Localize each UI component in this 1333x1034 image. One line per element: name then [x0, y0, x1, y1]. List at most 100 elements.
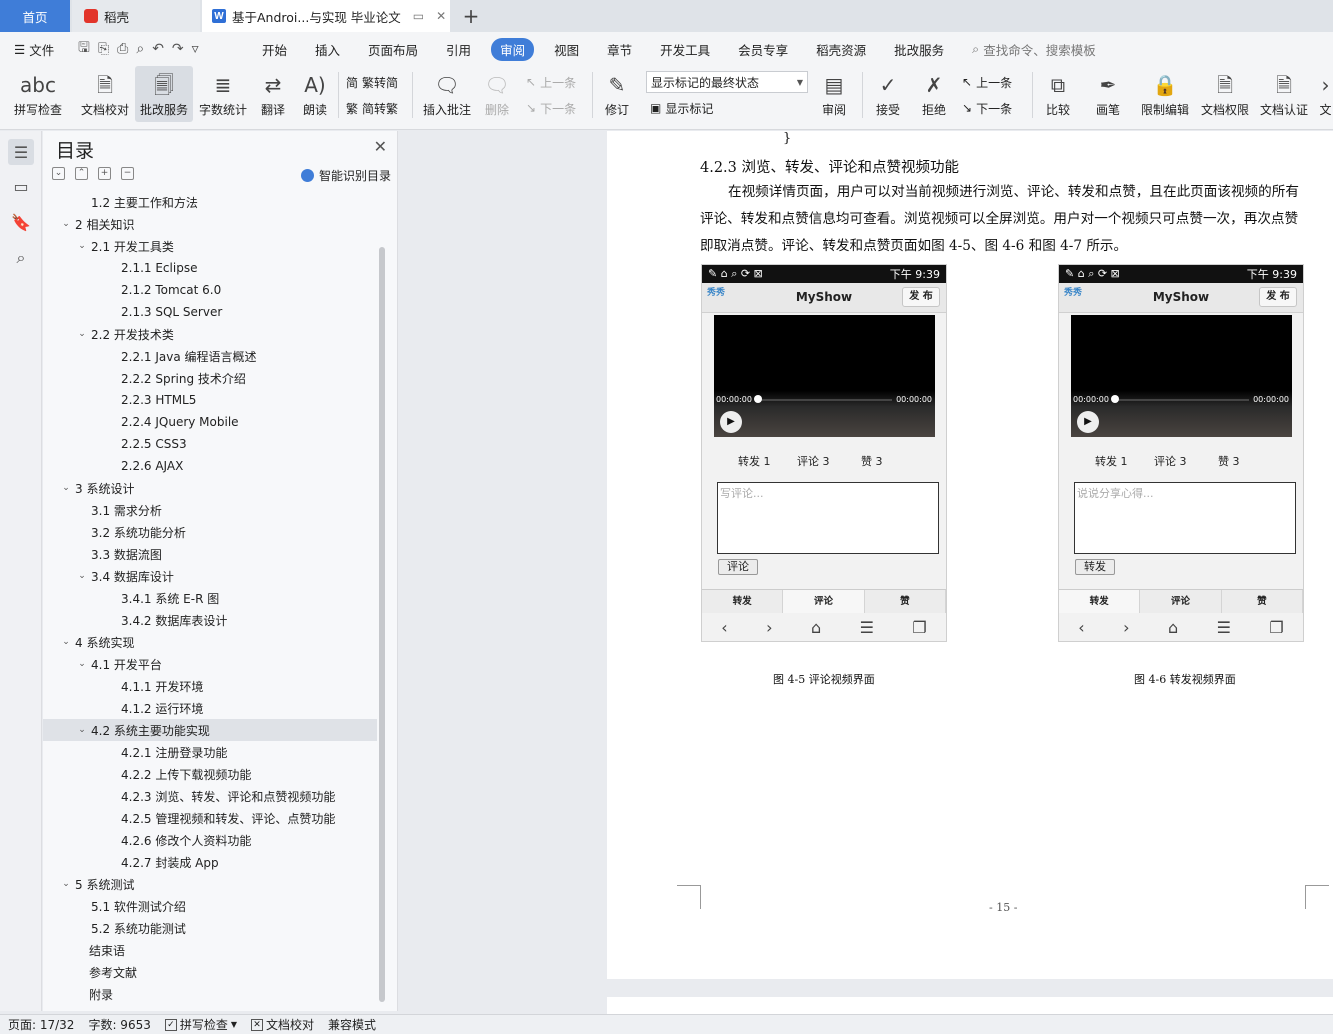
next-comment-button[interactable]: ↘ 下一条 [526, 98, 576, 118]
chapter-nav-icon[interactable]: ▭ [8, 173, 34, 199]
doc-proofread-button[interactable]: 🗎 文档校对 [78, 66, 132, 122]
toc-item[interactable]: 参考文献 [43, 961, 377, 983]
chevron-down-icon[interactable]: ⌄ [59, 219, 73, 229]
review-pane-button[interactable]: ▤ 审阅 [814, 66, 854, 122]
toc-item[interactable]: ⌄ 4.1 开发平台 [43, 653, 377, 675]
expand-all-icon[interactable]: ⌄ [52, 167, 65, 180]
toc-item[interactable]: 2.2.5 CSS3 [43, 433, 377, 455]
menu-tab[interactable]: 插入 [315, 40, 340, 59]
simp-to-trad-button[interactable]: 繁简转繁 [346, 98, 398, 118]
doc-cert-button[interactable]: 🗎 文档认证 [1256, 66, 1312, 122]
accept-button[interactable]: ✓ 接受 [868, 66, 908, 122]
toc-item[interactable]: 5.1 软件测试介绍 [43, 895, 377, 917]
toc-item[interactable]: 附录 [43, 983, 377, 1005]
menu-tab[interactable]: 批改服务 [894, 40, 944, 59]
save-icon[interactable]: 🖫 [78, 37, 90, 61]
prev-comment-button[interactable]: ↖ 上一条 [526, 72, 576, 92]
toc-item[interactable]: 4.2.3 浏览、转发、评论和点赞视频功能 [43, 785, 377, 807]
toc-item[interactable]: ⌄ 4 系统实现 [43, 631, 377, 653]
search-icon[interactable]: ⌕ [8, 245, 34, 271]
tab-daoke[interactable]: 稻壳 [72, 0, 200, 32]
menu-tab[interactable]: 开发工具 [660, 40, 710, 59]
chevron-down-icon[interactable]: ⌄ [59, 637, 73, 647]
toc-item[interactable]: ⌄ 3 系统设计 [43, 477, 377, 499]
toc-item[interactable]: ⌄ 2 相关知识 [43, 213, 377, 235]
menu-tab[interactable]: 会员专享 [738, 40, 788, 59]
command-search[interactable]: ⌕ 查找命令、搜索模板 [972, 40, 1096, 59]
status-spell-check[interactable]: ✓ 拼写检查 ▼ [164, 1016, 237, 1033]
toc-item[interactable]: 3.4.1 系统 E-R 图 [43, 587, 377, 609]
chevron-down-icon[interactable]: ⌄ [75, 725, 89, 735]
restrict-edit-button[interactable]: 🔒 限制编辑 [1138, 66, 1192, 122]
toc-item[interactable]: ⌄ 5 系统测试 [43, 873, 377, 895]
menu-tab[interactable]: 稻壳资源 [816, 40, 866, 59]
chevron-down-icon[interactable]: ⌄ [59, 483, 73, 493]
translate-button[interactable]: ⇄ 翻译 [254, 66, 292, 122]
export-pdf-icon[interactable]: ⎘ [98, 41, 109, 57]
toc-item[interactable]: 结束语 [43, 939, 377, 961]
toc-item[interactable]: ⌄ 2.2 开发技术类 [43, 323, 377, 345]
compare-button[interactable]: ⧉ 比较 [1038, 66, 1078, 122]
menu-tab[interactable]: 视图 [554, 40, 579, 59]
tab-document[interactable]: W 基于Androi...与实现 毕业论文 ▭ ✕ [202, 0, 450, 32]
markup-state-select[interactable]: 显示标记的最终状态 ▼ [646, 71, 808, 93]
toc-item[interactable]: 2.2.3 HTML5 [43, 389, 377, 411]
chevron-down-icon[interactable]: ⌄ [75, 241, 89, 251]
trad-to-simp-button[interactable]: 简繁转简 [346, 72, 398, 92]
new-tab-button[interactable]: + [458, 0, 484, 32]
toc-item[interactable]: 4.2.2 上传下载视频功能 [43, 763, 377, 785]
toc-item[interactable]: 2.2.4 JQuery Mobile [43, 411, 377, 433]
toc-scrollbar[interactable] [379, 247, 385, 1002]
menu-tab[interactable]: 开始 [262, 40, 287, 59]
reject-button[interactable]: ✗ 拒绝 [914, 66, 954, 122]
track-changes-button[interactable]: ✎ 修订 [598, 66, 636, 122]
toc-item[interactable]: ⌄ 4.2 系统主要功能实现 [43, 719, 377, 741]
read-aloud-button[interactable]: A) 朗读 [298, 66, 332, 122]
toc-item[interactable]: 2.1.1 Eclipse [43, 257, 377, 279]
print-icon[interactable]: ⎙ [117, 41, 128, 57]
toc-item[interactable]: 4.1.1 开发环境 [43, 675, 377, 697]
undo-icon[interactable]: ↶ [152, 41, 164, 57]
toc-item[interactable]: 4.2.6 修改个人资料功能 [43, 829, 377, 851]
toc-item[interactable]: 4.2.7 封装成 App [43, 851, 377, 873]
add-heading-icon[interactable]: + [98, 167, 111, 180]
smart-toc-button[interactable]: 智能识别目录 [300, 167, 391, 184]
toc-item[interactable]: 3.1 需求分析 [43, 499, 377, 521]
chevron-down-icon[interactable]: ⌄ [75, 659, 89, 669]
bookmark-icon[interactable]: 🔖 [8, 209, 34, 235]
menu-tab[interactable]: 页面布局 [368, 40, 418, 59]
menu-tab[interactable]: 审阅 [491, 37, 535, 61]
prev-change-button[interactable]: ↖ 上一条 [962, 72, 1012, 92]
chevron-down-icon[interactable]: ⌄ [75, 329, 89, 339]
delete-comment-button[interactable]: 🗨 删除 [478, 66, 516, 122]
status-proofread[interactable]: ✕ 文档校对 [251, 1016, 314, 1033]
chevron-down-icon[interactable]: ⌄ [75, 571, 89, 581]
tab-home[interactable]: 首页 [0, 0, 70, 32]
next-change-button[interactable]: ↘ 下一条 [962, 98, 1012, 118]
remove-heading-icon[interactable]: − [121, 167, 134, 180]
close-icon[interactable]: ✕ [374, 137, 387, 156]
toc-item[interactable]: 5.2 系统功能测试 [43, 917, 377, 939]
word-count[interactable]: 字数: 9653 [88, 1016, 150, 1033]
print-preview-icon[interactable]: ⌕ [136, 41, 144, 57]
file-menu[interactable]: ☰ 文件 [0, 40, 72, 59]
customize-qa-icon[interactable]: ▿ [192, 41, 199, 57]
toc-item[interactable]: ⌄ 3.4 数据库设计 [43, 565, 377, 587]
word-count-button[interactable]: ≣ 字数统计 [197, 66, 249, 122]
toc-panel-icon[interactable]: ☰ [8, 139, 34, 165]
toc-item[interactable]: 3.2 系统功能分析 [43, 521, 377, 543]
redo-icon[interactable]: ↷ [172, 41, 184, 57]
toc-item[interactable]: 2.1.2 Tomcat 6.0 [43, 279, 377, 301]
toc-item[interactable]: 2.2.1 Java 编程语言概述 [43, 345, 377, 367]
toc-item[interactable]: 2.2.2 Spring 技术介绍 [43, 367, 377, 389]
page-indicator[interactable]: 页面: 17/32 [8, 1016, 74, 1033]
pen-button[interactable]: ✒ 画笔 [1090, 66, 1126, 122]
toc-item[interactable]: 4.2.5 管理视频和转发、评论、点赞功能 [43, 807, 377, 829]
spell-check-button[interactable]: abc 拼写检查 [8, 66, 68, 122]
toc-item[interactable]: 3.3 数据流图 [43, 543, 377, 565]
ribbon-overflow-button[interactable]: › 文 [1318, 66, 1333, 122]
doc-permission-button[interactable]: 🗎 文档权限 [1197, 66, 1253, 122]
insert-comment-button[interactable]: 🗨 插入批注 [420, 66, 474, 122]
tab-close-icon[interactable]: ✕ [436, 9, 446, 23]
correction-service-button[interactable]: 🗐 批改服务 [135, 66, 193, 122]
